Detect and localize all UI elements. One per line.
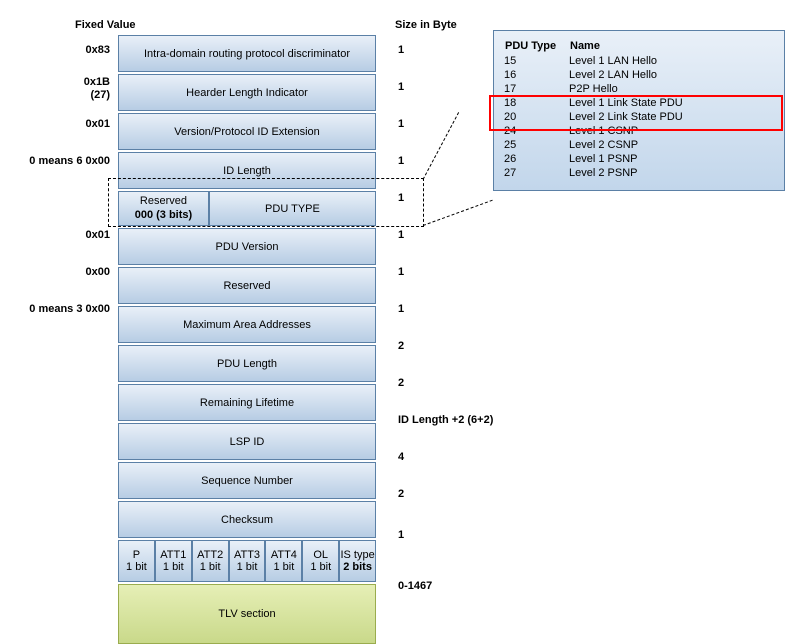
field-pdu-length: PDU Length — [118, 345, 376, 382]
legend-highlight — [489, 95, 783, 131]
bit-att2: ATT21 bit — [192, 540, 229, 582]
size-7: 1 — [398, 303, 404, 315]
fixed-7: 0 means 3 0x00 — [0, 303, 110, 315]
field-discriminator: Intra-domain routing protocol discrimina… — [118, 35, 376, 72]
bit-ol: OL1 bit — [302, 540, 339, 582]
guide-line-bot — [423, 200, 493, 226]
size-3: 1 — [398, 155, 404, 167]
guide-line-top — [423, 112, 460, 180]
field-reserved2: Reserved — [118, 267, 376, 304]
legend-col-name: Name — [569, 39, 774, 54]
size-6: 1 — [398, 266, 404, 278]
size-0: 1 — [398, 44, 404, 56]
field-remaining-lifetime: Remaining Lifetime — [118, 384, 376, 421]
fixed-6: 0x00 — [0, 266, 110, 278]
fixed-2: 0x01 — [0, 118, 110, 130]
legend-row: 15Level 1 LAN Hello — [504, 54, 774, 68]
size-11: 4 — [398, 451, 404, 463]
field-checksum: Checksum — [118, 501, 376, 538]
size-1: 1 — [398, 81, 404, 93]
bit-att3: ATT31 bit — [229, 540, 266, 582]
field-lsp-id: LSP ID — [118, 423, 376, 460]
legend-row: 17P2P Hello — [504, 82, 774, 96]
size-9: 2 — [398, 377, 404, 389]
size-12: 2 — [398, 488, 404, 500]
legend-row: 27Level 2 PSNP — [504, 166, 774, 180]
size-tlv: 0-1467 — [398, 580, 432, 592]
size-2: 1 — [398, 118, 404, 130]
fixed-value-header: Fixed Value — [75, 19, 136, 31]
bit-att1: ATT11 bit — [155, 540, 192, 582]
legend-row: 16Level 2 LAN Hello — [504, 68, 774, 82]
fixed-1: 0x1B (27) — [0, 76, 110, 102]
size-8: 2 — [398, 340, 404, 352]
field-version-id-ext: Version/Protocol ID Extension — [118, 113, 376, 150]
bit-istype: IS type2 bits — [339, 540, 376, 582]
size-10: ID Length +2 (6+2) — [398, 414, 493, 426]
packet-diagram: Intra-domain routing protocol discrimina… — [118, 35, 376, 644]
pdutype-highlight — [108, 178, 424, 227]
field-pdu-version: PDU Version — [118, 228, 376, 265]
bit-p: P1 bit — [118, 540, 155, 582]
field-max-area: Maximum Area Addresses — [118, 306, 376, 343]
legend-row: 25Level 2 CSNP — [504, 138, 774, 152]
flags-bitfield-row: P1 bit ATT11 bit ATT21 bit ATT31 bit ATT… — [118, 540, 376, 582]
size-bits: 1 — [398, 529, 404, 541]
field-sequence-number: Sequence Number — [118, 462, 376, 499]
fixed-5: 0x01 — [0, 229, 110, 241]
field-header-length: Hearder Length Indicator — [118, 74, 376, 111]
field-tlv-section: TLV section — [118, 584, 376, 644]
bit-att4: ATT41 bit — [265, 540, 302, 582]
legend-col-type: PDU Type — [504, 39, 569, 54]
fixed-0: 0x83 — [0, 44, 110, 56]
legend-row: 26Level 1 PSNP — [504, 152, 774, 166]
size-header: Size in Byte — [395, 19, 457, 31]
size-5: 1 — [398, 229, 404, 241]
fixed-3: 0 means 6 0x00 — [0, 155, 110, 167]
